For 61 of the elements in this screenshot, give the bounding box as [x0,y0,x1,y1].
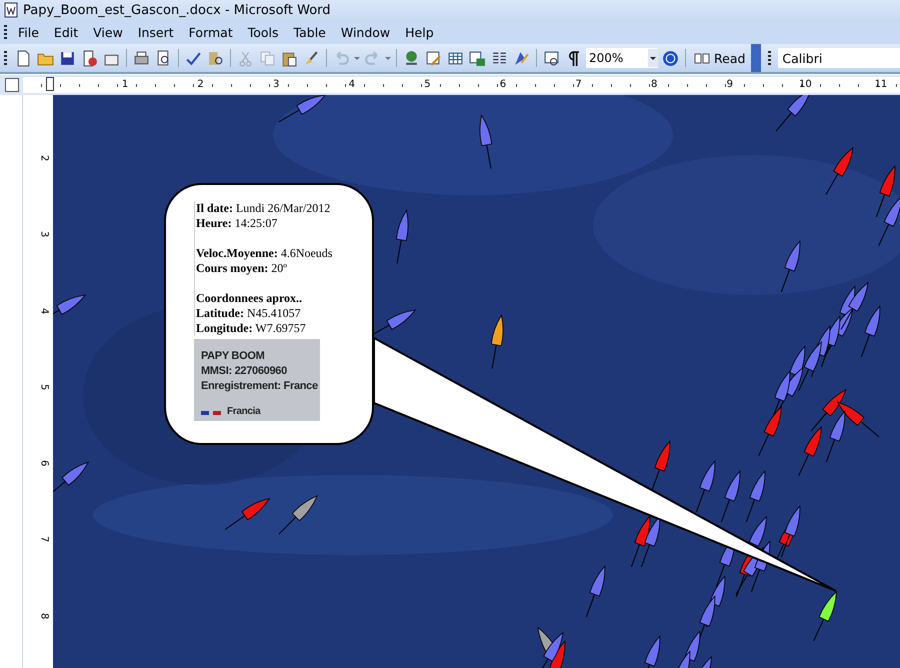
callout-text: Coordonnees aprox.. [196,291,304,306]
spelling-icon[interactable] [185,50,202,66]
brush-icon[interactable] [303,50,320,66]
font-field[interactable]: Calibri [778,48,900,68]
table-icon[interactable] [447,50,464,66]
grip-icon [4,51,7,65]
flag-icon [200,408,221,414]
columns-icon[interactable] [491,50,508,66]
callout-text: Veloc.Moyenne: 4.6Noeuds [196,246,334,261]
callout-text: Latitude: N45.41057 [196,306,302,321]
vessel-info-text: Enregistrement: France [200,379,319,394]
read-button[interactable]: Read [691,50,748,66]
menu-item[interactable]: Insert [130,24,182,40]
ruler-number: 11 [874,79,888,91]
caret-icon[interactable] [648,49,658,67]
ruler-number: 3 [37,231,50,238]
ruler-number: 1 [120,79,130,91]
drawing-icon[interactable] [513,50,530,66]
ruler-number: 5 [37,384,50,390]
grip-icon [4,25,7,39]
callout-text: Cours moyen: 20º [196,261,288,276]
vessel-info-text: MMSI: 227060960 [200,364,288,379]
ruler-number: 4 [348,79,356,91]
print-icon[interactable] [133,50,150,66]
ruler-number: 8 [37,612,50,620]
window-title: Papy_Boom_est_Gascon_.docx - Microsoft Word [23,2,331,18]
callout-text: Il date: Lundi 26/Mar/2012 [196,201,332,216]
ruler-number: 3 [272,79,280,91]
vessel-info-text: PAPY BOOM [200,349,266,364]
save-icon[interactable] [59,50,76,66]
document-icon [3,2,19,18]
menu-item[interactable]: Window [334,24,398,40]
toolbar-options-button[interactable] [751,44,762,72]
ruler-number: 9 [726,79,734,91]
ruler-number: 6 [37,460,50,467]
book-icon [694,52,710,64]
menu-item[interactable]: Tools [240,24,287,40]
menu-item[interactable]: Table [286,24,334,40]
ruler-number: 4 [37,308,50,314]
callout-text: Heure: 14:25:07 [196,216,278,231]
ruler-number: 7 [574,79,583,91]
ruler-number: 8 [650,79,658,91]
ruler-number: 2 [37,154,50,162]
new-document-icon[interactable] [15,50,32,66]
menu-item[interactable]: Help [398,24,442,40]
paste-icon[interactable] [281,50,298,66]
grip-icon [768,51,772,65]
country-text: Francia [226,405,260,419]
menu-item[interactable]: Edit [46,24,86,40]
indent-marker-icon[interactable] [46,77,54,91]
menu-item[interactable]: File [11,24,47,40]
ruler-number: 5 [423,79,432,91]
ruler-number: 6 [498,79,508,91]
menu-item[interactable]: Format [182,24,241,40]
tab-selector[interactable] [5,78,19,92]
ruler-number: 2 [196,79,205,91]
zoom-dropdown[interactable]: 200% [586,48,658,68]
menu-item[interactable]: View [86,24,131,40]
callout-text: Longitude: W7.69757 [196,321,307,336]
ruler-number: 7 [37,536,50,543]
ruler-number: 10 [798,79,813,91]
